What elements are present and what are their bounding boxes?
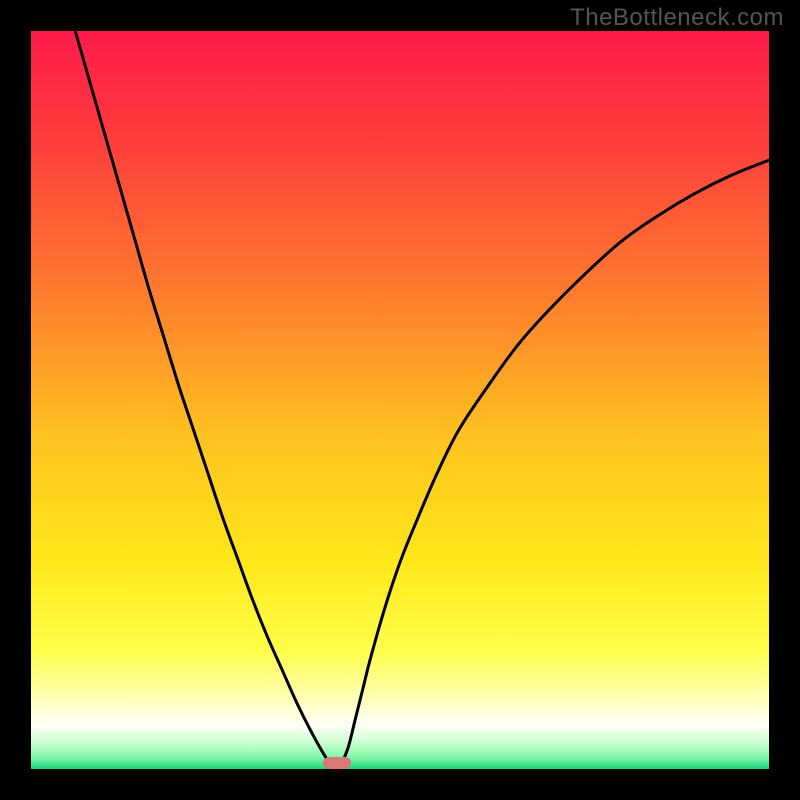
bottleneck-curve xyxy=(31,31,769,769)
curve-right-branch xyxy=(341,160,769,765)
chart-frame: TheBottleneck.com xyxy=(0,0,800,800)
plot-area xyxy=(31,31,769,769)
watermark-text: TheBottleneck.com xyxy=(570,4,784,32)
curve-left-branch xyxy=(75,31,333,765)
optimum-marker xyxy=(323,757,351,769)
